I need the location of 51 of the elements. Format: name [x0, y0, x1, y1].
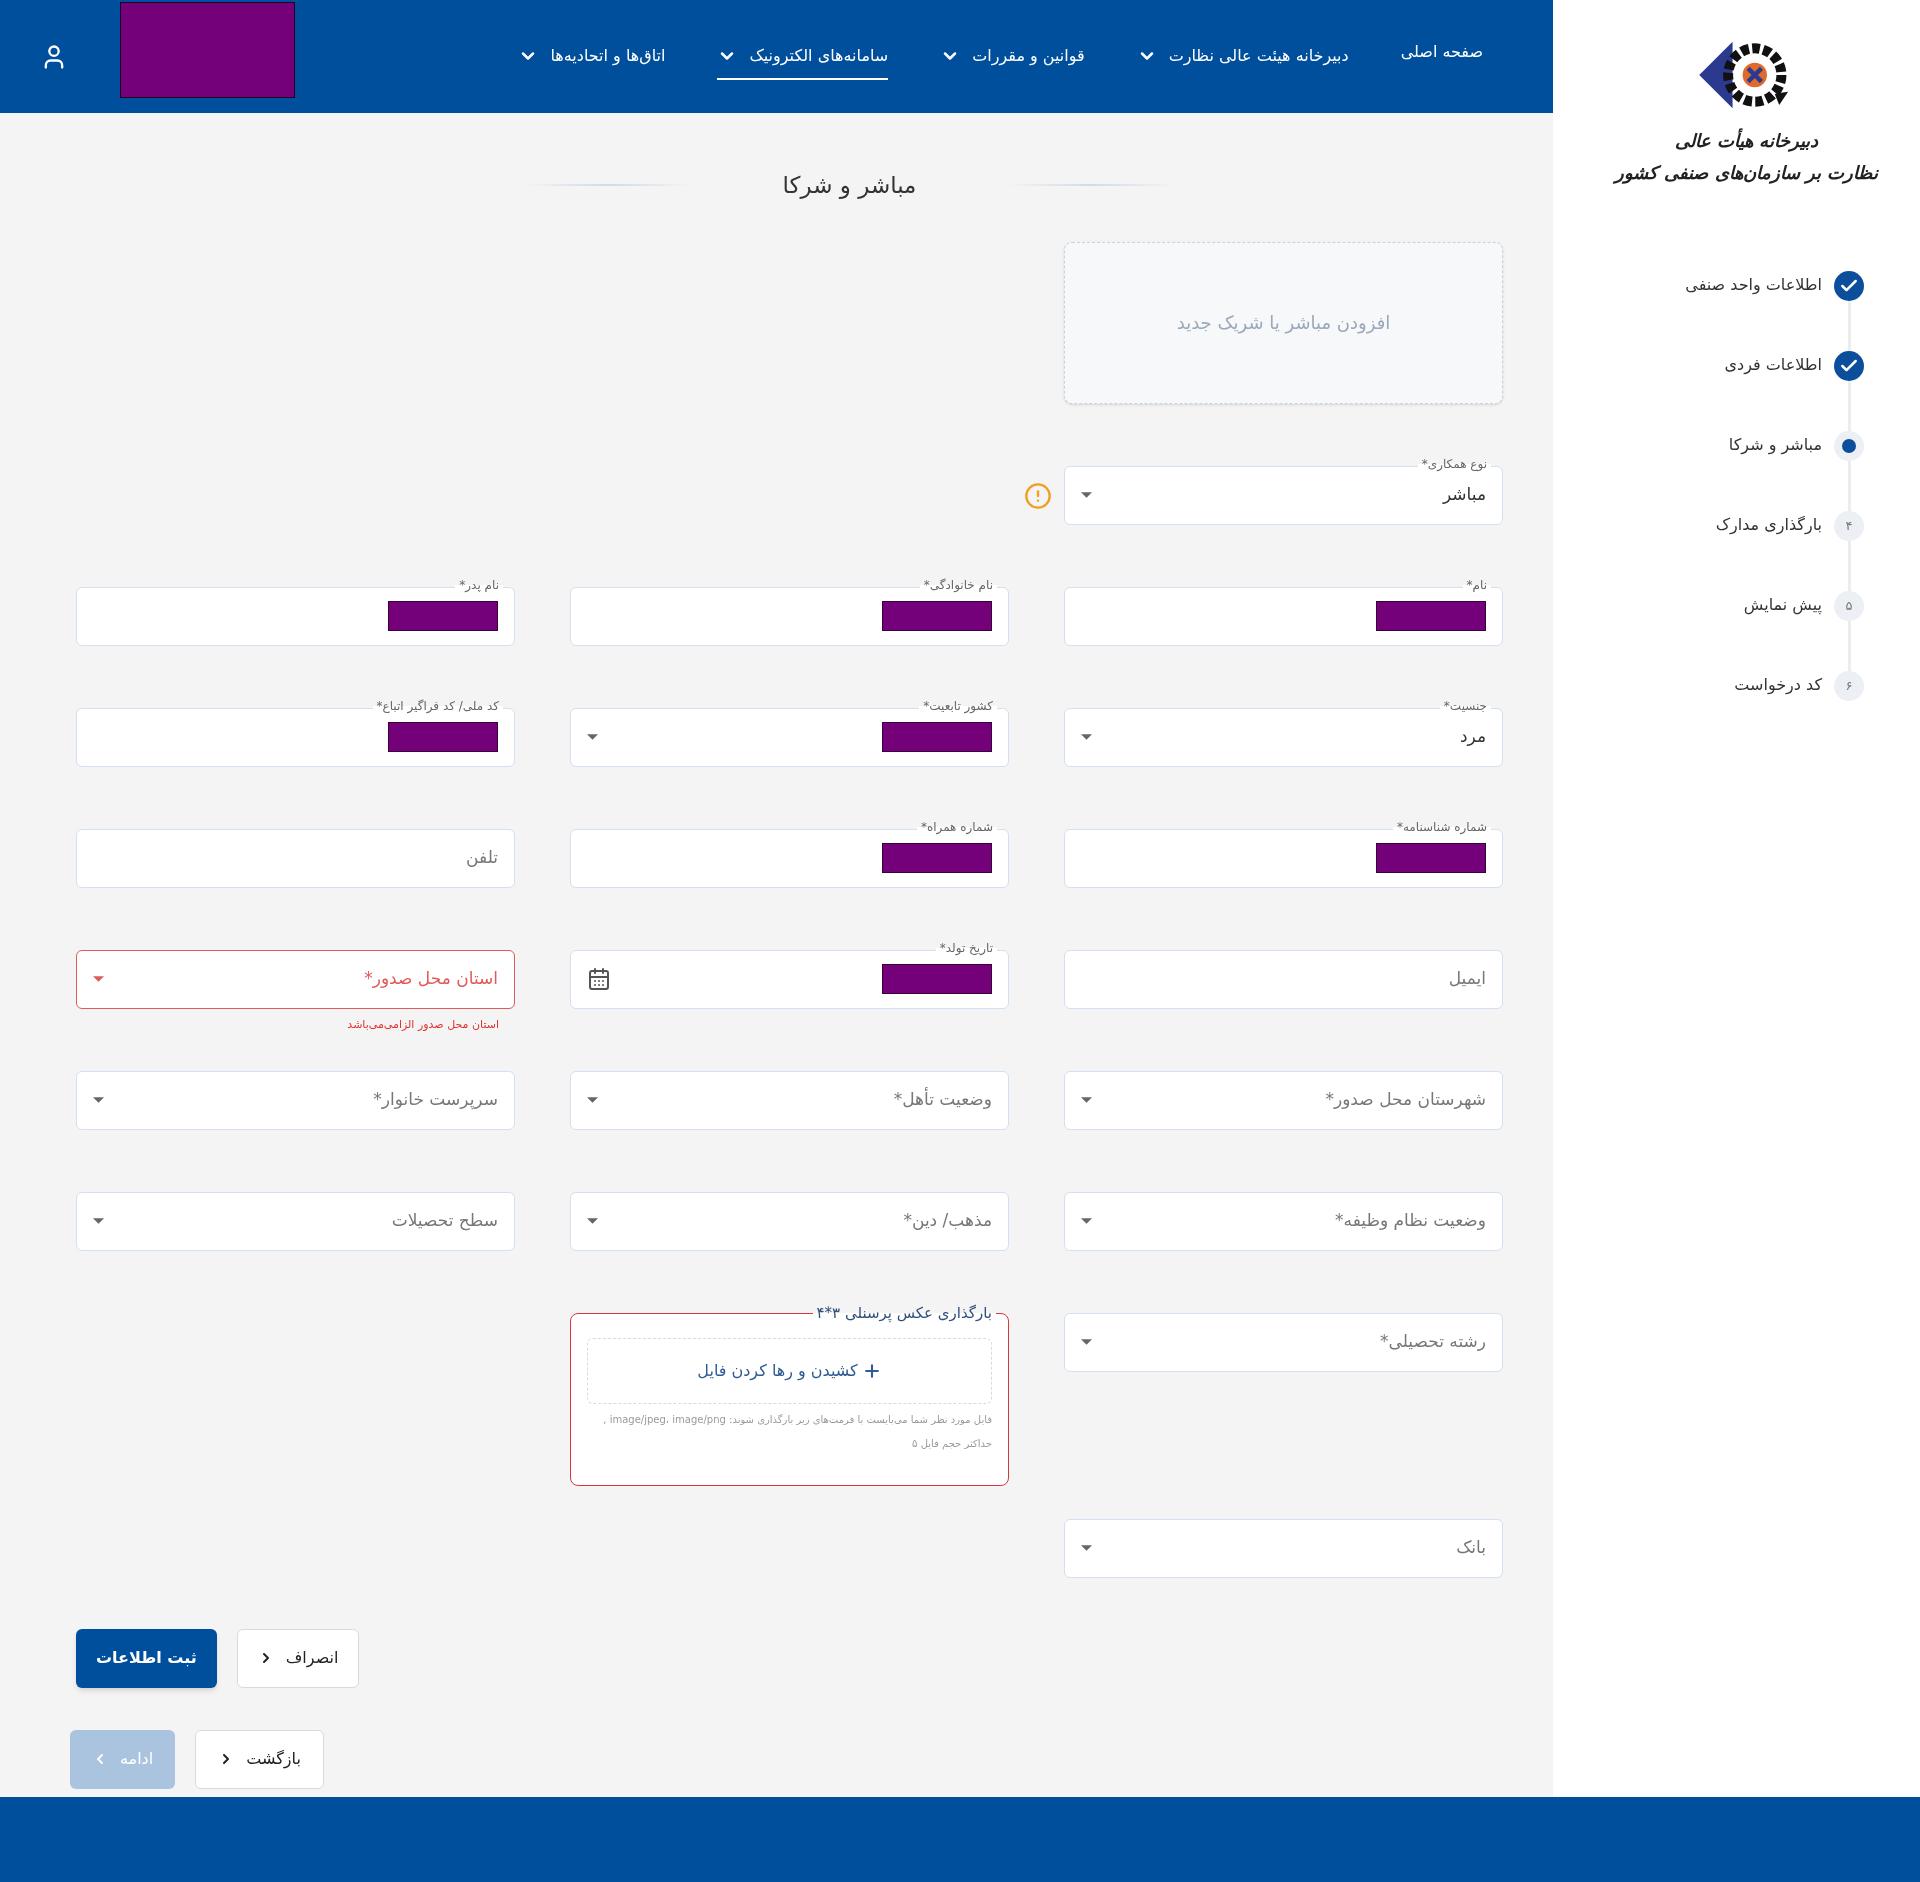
dropdown-field[interactable]: سطح تحصیلات — [76, 1191, 515, 1251]
dropdown-field[interactable]: سرپرست خانوار* — [76, 1070, 515, 1130]
caret-icon — [587, 1218, 598, 1224]
nav-menu-item[interactable]: صفحه اصلی — [1400, 30, 1483, 76]
step-label: مباشر و شرکا — [1728, 434, 1822, 457]
caret-icon — [93, 1218, 104, 1224]
nav-menu-item[interactable]: سامانه‌های الکترونیک — [717, 33, 889, 80]
upload-label: بارگذاری عکس پرسنلی ۳*۴ — [812, 1302, 996, 1323]
caret-icon — [1081, 734, 1092, 740]
caret-icon — [93, 1097, 104, 1103]
step-label: بارگذاری مدارک — [1715, 514, 1822, 537]
dropdown-field[interactable]: بانک — [1064, 1518, 1503, 1578]
dropdown-field[interactable]: مذهب/ دین* — [570, 1191, 1009, 1251]
step-number: ۴ — [1834, 511, 1864, 541]
caret-icon — [1081, 1339, 1092, 1345]
dropdown-field[interactable]: رشته تحصیلی* — [1064, 1312, 1503, 1372]
field-label: نام خانوادگی* — [919, 576, 997, 593]
caret-icon — [587, 734, 598, 740]
logo-text: نظارت بر سازمان‌های صنفی کشور — [1614, 161, 1879, 186]
dropdown-field[interactable]: وضعیت نظام وظیفه* — [1064, 1191, 1503, 1251]
nav-menu-item[interactable]: دبیرخانه هیئت عالی نظارت — [1136, 33, 1349, 80]
caret-icon — [1081, 1218, 1092, 1224]
error-message: استان محل صدور الزامی‌می‌باشد — [346, 1016, 499, 1033]
caret-icon — [93, 976, 104, 982]
submit-button[interactable]: ثبت اطلاعات — [76, 1628, 217, 1688]
caret-icon — [1081, 1545, 1092, 1551]
step-label: کد درخواست — [1734, 674, 1822, 696]
upload-size-hint: حداکثر حجم فایل ۵ — [911, 1436, 992, 1452]
page-title: مباشر و شرکا — [782, 171, 917, 201]
calendar-icon — [587, 967, 611, 991]
step-label: پیش نمایش — [1743, 594, 1822, 617]
file-drop-zone[interactable]: کشیدن و رها کردن فایل — [587, 1337, 992, 1404]
step-number: ۵ — [1834, 591, 1864, 621]
step-label: اطلاعات واحد صنفی — [1685, 274, 1822, 296]
upload-hint: فایل مورد نظر شما می‌بایست با فرمت‌های زیر بارگذاری شوند: image/jpeg، image/png , — [602, 1412, 992, 1427]
step-number: ۶ — [1834, 671, 1864, 701]
dropdown-field[interactable]: شهرستان محل صدور* — [1064, 1070, 1503, 1130]
logo-text: دبیرخانه هیأت عالی — [1674, 127, 1819, 154]
caret-icon — [1081, 492, 1092, 498]
nav-menu-item[interactable]: قوانین و مقررات — [940, 33, 1085, 80]
input-field[interactable]: تلفن — [76, 828, 515, 888]
caret-icon — [1081, 1097, 1092, 1103]
cancel-button[interactable]: انصراف — [236, 1628, 360, 1688]
step-label: اطلاعات فردی — [1724, 354, 1822, 377]
back-button[interactable]: بازگشت — [195, 1729, 324, 1789]
input-field[interactable]: ایمیل — [1064, 949, 1503, 1009]
dropdown-field[interactable]: استان محل صدور* — [76, 949, 515, 1009]
field-label: کد ملی/ کد فراگیر اتباع* — [372, 697, 503, 714]
caret-icon — [587, 1097, 598, 1103]
dropdown-field[interactable]: وضعیت تأهل* — [570, 1070, 1009, 1130]
nav-menu-item[interactable]: اتاق‌ها و اتحادیه‌ها — [518, 33, 666, 80]
